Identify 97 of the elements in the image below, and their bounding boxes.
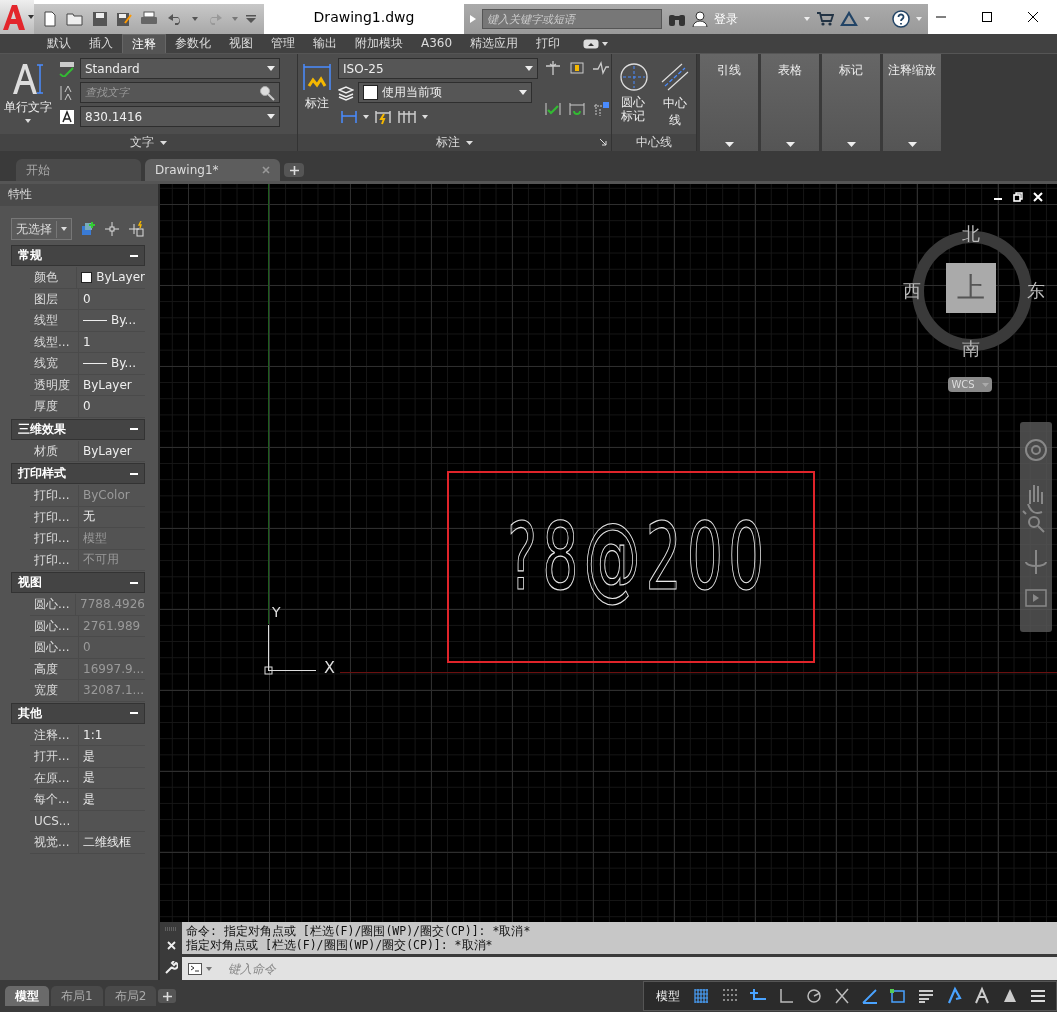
ribbon-tab[interactable]: 默认 xyxy=(38,34,80,53)
collapsed-panel-button[interactable]: 注释缩放 xyxy=(883,54,941,151)
find-text-input[interactable]: 查找文字 xyxy=(85,86,255,99)
property-label: 圆心... xyxy=(30,594,77,615)
ribbon-tab[interactable]: 插入 xyxy=(80,34,122,53)
collapsed-panel-button[interactable]: 标记 xyxy=(822,54,880,151)
property-label: 线型 xyxy=(30,310,79,331)
model-space-button[interactable]: 模型 xyxy=(652,987,684,1005)
property-value[interactable]: 0 xyxy=(83,399,91,414)
collapsed-panel-button[interactable]: 表格 xyxy=(761,54,819,151)
property-value[interactable]: ByLayer xyxy=(83,443,132,458)
section-title: 三维效果 xyxy=(18,420,66,438)
ribbon-tab[interactable]: 管理 xyxy=(262,34,304,53)
layout-tab[interactable]: 布局2 xyxy=(104,986,157,1006)
property-label: 在原... xyxy=(30,767,79,788)
ribbon-tab[interactable]: 精选应用 xyxy=(461,34,528,53)
property-value[interactable]: 1 xyxy=(83,334,91,349)
panel-title[interactable]: 文字 xyxy=(0,134,297,151)
section-header[interactable]: 打印样式 xyxy=(11,463,145,484)
property-value[interactable]: 是 xyxy=(83,747,95,765)
ribbon-tab[interactable]: 参数化 xyxy=(166,34,220,53)
centerline-button[interactable]: 中心线 xyxy=(657,58,692,134)
property-label: 材质 xyxy=(30,440,79,461)
section-title: 打印样式 xyxy=(18,465,66,482)
property-label: 打印... xyxy=(30,506,79,527)
command-history-line: 命令: 指定对角点或 [栏选(F)/圈围(WP)/圈交(CP)]: *取消* xyxy=(186,924,532,938)
property-label: 图层 xyxy=(30,288,79,309)
dimension-button[interactable]: 标注 xyxy=(302,58,332,134)
section-title: 常规 xyxy=(18,247,42,264)
property-label: 视觉... xyxy=(30,832,79,853)
compass-label[interactable]: 西 xyxy=(903,279,921,303)
ribbon-tab[interactable]: 注释 xyxy=(122,33,166,54)
drawing-canvas[interactable]: Y X ?8@200 北 西 上 东 南 WCS xyxy=(160,184,1057,922)
section-title: 其他 xyxy=(18,704,42,722)
command-input[interactable]: 键入命令 xyxy=(226,960,1057,977)
property-value[interactable]: 0 xyxy=(83,291,91,306)
property-label: 线型... xyxy=(30,331,79,352)
center-mark-button[interactable]: 圆心标记 xyxy=(616,58,651,134)
property-label: 线宽 xyxy=(30,353,79,374)
axis-label: X xyxy=(324,658,335,677)
property-label: 打印... xyxy=(30,528,79,549)
property-label: 打印... xyxy=(30,485,79,506)
property-label: 宽度 xyxy=(30,680,79,701)
property-value[interactable]: ByLayer xyxy=(83,377,132,392)
drawing-text: ?8@200 xyxy=(507,504,770,611)
property-label: 高度 xyxy=(30,658,79,679)
property-label: 每个... xyxy=(30,789,79,810)
ribbon-tab[interactable]: A360 xyxy=(412,34,462,53)
ribbon-tab[interactable]: 附加模块 xyxy=(346,34,412,53)
property-value[interactable]: 二维线框 xyxy=(83,833,131,851)
collapsed-panel-button[interactable]: 引线 xyxy=(700,54,758,151)
dimension-layer-dropdown[interactable]: 使用当前项 xyxy=(358,82,532,103)
single-line-text-button[interactable]: 单行文字 xyxy=(4,58,52,134)
compass-label[interactable]: 北 xyxy=(962,222,980,246)
property-label: UCS... xyxy=(30,810,79,831)
property-label: 颜色 xyxy=(30,267,78,288)
text-style-dropdown[interactable]: Standard xyxy=(80,58,280,79)
property-label: 圆心... xyxy=(30,637,79,658)
palette-title: 特性 xyxy=(0,184,158,206)
property-label: 透明度 xyxy=(30,374,79,395)
property-label: 圆心... xyxy=(30,615,79,636)
compass-label[interactable]: 东 xyxy=(1027,279,1045,303)
search-field[interactable]: 键入关键字或短语 xyxy=(482,9,662,29)
panel-title[interactable]: 标注 xyxy=(298,134,611,151)
text-height-dropdown[interactable]: 830.1416 xyxy=(80,106,280,127)
property-value[interactable]: 是 xyxy=(83,790,95,808)
property-value[interactable]: 无 xyxy=(83,508,95,526)
command-history-line: 指定对角点或 [栏选(F)/圈围(WP)/圈交(CP)]: *取消* xyxy=(186,938,494,952)
file-tab[interactable]: Drawing1* xyxy=(145,159,280,181)
layout-tab[interactable]: 模型 xyxy=(5,986,49,1006)
selection-dropdown[interactable]: 无选择 xyxy=(11,218,72,240)
property-value[interactable]: 是 xyxy=(83,769,95,787)
axis-label: Y xyxy=(272,604,281,620)
window-title: Drawing1.dwg xyxy=(312,9,416,25)
compass-label[interactable]: 南 xyxy=(962,337,980,361)
property-value[interactable]: By... xyxy=(111,356,137,371)
section-header[interactable]: 常规 xyxy=(11,245,145,266)
section-header[interactable]: 其他 xyxy=(11,702,145,724)
ribbon-tab[interactable]: 打印 xyxy=(527,34,570,53)
section-header[interactable]: 三维效果 xyxy=(11,418,145,440)
command-line-field[interactable]: 键入命令 xyxy=(182,957,1057,980)
find-text-field[interactable]: 查找文字 xyxy=(80,82,280,103)
property-label: 厚度 xyxy=(30,396,79,417)
ribbon-tab[interactable]: 输出 xyxy=(304,34,346,53)
section-title: 视图 xyxy=(18,574,42,591)
property-label: 打开... xyxy=(30,746,79,767)
layout-tab[interactable]: 布局1 xyxy=(51,986,103,1006)
property-value[interactable]: 1:1 xyxy=(83,727,103,742)
file-tab[interactable]: 开始 xyxy=(16,159,141,181)
property-value[interactable]: ByLayer xyxy=(96,270,145,285)
property-value[interactable]: By... xyxy=(111,313,137,328)
dimension-style-dropdown[interactable]: ISO-25 xyxy=(338,58,538,79)
ribbon-tab[interactable]: 视图 xyxy=(220,34,262,53)
property-label: 注释... xyxy=(30,724,79,745)
panel-title: 中心线 xyxy=(612,134,696,151)
property-label: 打印... xyxy=(30,549,79,570)
section-header[interactable]: 视图 xyxy=(11,572,145,593)
